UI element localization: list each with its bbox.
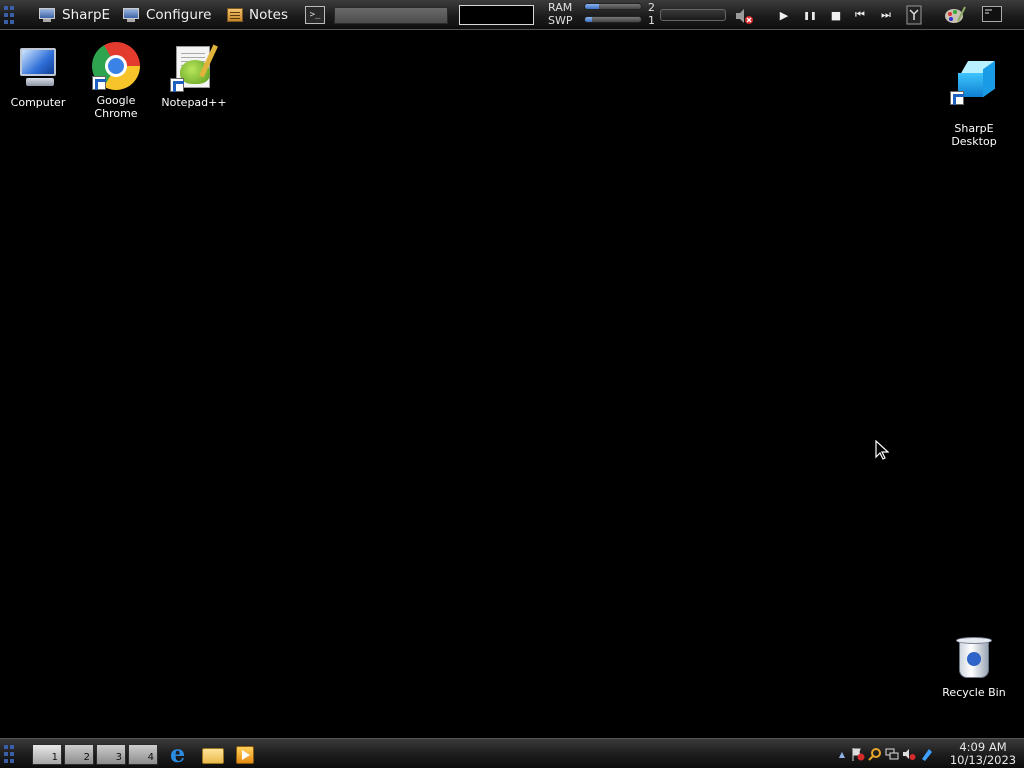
notes-icon bbox=[227, 8, 243, 22]
network-tray-icon[interactable] bbox=[905, 5, 923, 25]
network-icon[interactable] bbox=[885, 747, 899, 761]
taskbar: 1 2 3 4 e ▲ 4:09 AM 10/13/2023 bbox=[0, 738, 1024, 768]
configure-menu-label: Configure bbox=[146, 7, 212, 23]
sharpe-desktop-icon bbox=[950, 57, 998, 105]
swp-usage-bar bbox=[584, 16, 642, 23]
desktop-icon-label: Notepad++ bbox=[161, 96, 227, 109]
tray-expand-arrow-icon[interactable]: ▲ bbox=[835, 747, 849, 761]
swp-value: 1 bbox=[648, 14, 655, 27]
desktop-icon-recycle-bin[interactable]: Recycle Bin bbox=[934, 634, 1014, 699]
configure-menu-button[interactable]: Configure bbox=[122, 3, 211, 27]
notepadpp-icon bbox=[170, 44, 218, 92]
desktop-icon-label: Recycle Bin bbox=[942, 686, 1006, 699]
desktop-icon-google-chrome[interactable]: Google Chrome bbox=[76, 42, 156, 120]
desktop-icon-label: SharpE Desktop bbox=[951, 122, 997, 148]
computer-icon bbox=[14, 44, 62, 92]
paint-tray-icon[interactable] bbox=[944, 5, 966, 25]
workspace-2-button[interactable]: 2 bbox=[64, 744, 94, 765]
command-input[interactable] bbox=[459, 5, 534, 25]
workspace-1-button[interactable]: 1 bbox=[32, 744, 62, 765]
recycle-bin-icon bbox=[950, 634, 998, 682]
desktop-icon-computer[interactable]: Computer bbox=[0, 44, 78, 109]
clock-date: 10/13/2023 bbox=[949, 753, 1017, 767]
action-center-flag-icon[interactable] bbox=[851, 747, 865, 761]
search-icon[interactable] bbox=[868, 747, 882, 761]
swp-label: SWP bbox=[548, 14, 573, 27]
top-menu-grip-icon[interactable] bbox=[4, 6, 16, 24]
notes-menu-button[interactable]: Notes bbox=[227, 3, 288, 27]
chrome-icon bbox=[92, 42, 140, 90]
blue-tray-icon[interactable] bbox=[919, 747, 933, 761]
file-explorer-icon[interactable] bbox=[202, 743, 226, 765]
next-track-button[interactable]: ⏭ bbox=[878, 7, 894, 23]
start-menu-grip-icon[interactable] bbox=[4, 745, 16, 763]
stop-button[interactable]: ■ bbox=[828, 7, 844, 23]
search-bar[interactable] bbox=[334, 7, 448, 24]
console-tray-icon[interactable] bbox=[982, 6, 1002, 22]
clock[interactable]: 4:09 AM 10/13/2023 bbox=[944, 741, 1022, 767]
swp-usage-fill bbox=[585, 17, 592, 22]
ram-label: RAM bbox=[548, 1, 573, 14]
desktop-icon-label: Computer bbox=[10, 96, 66, 109]
desktop-icon-label: Google Chrome bbox=[94, 94, 138, 120]
sharpe-menu-label: SharpE bbox=[62, 7, 111, 23]
ram-value: 2 bbox=[648, 1, 655, 14]
top-bar: SharpE Configure Notes >_ RAM SWP 2 1 ▶ … bbox=[0, 0, 1024, 30]
shortcut-arrow-icon bbox=[170, 78, 184, 92]
desktop-icon-notepadpp[interactable]: Notepad++ bbox=[154, 44, 234, 109]
monitor-icon bbox=[122, 7, 140, 23]
ram-usage-bar bbox=[584, 3, 642, 10]
ram-usage-fill bbox=[585, 4, 599, 9]
pause-button[interactable]: ❚❚ bbox=[802, 7, 818, 23]
volume-slider[interactable] bbox=[660, 9, 726, 21]
previous-track-button[interactable]: ⏮ bbox=[852, 7, 868, 23]
media-player-icon[interactable] bbox=[236, 743, 260, 765]
speaker-muted-icon[interactable] bbox=[734, 7, 754, 25]
shortcut-arrow-icon bbox=[950, 91, 964, 105]
mouse-cursor-icon bbox=[875, 439, 890, 460]
internet-explorer-icon[interactable]: e bbox=[170, 742, 194, 766]
workspace-3-button[interactable]: 3 bbox=[96, 744, 126, 765]
volume-muted-icon[interactable] bbox=[902, 747, 916, 761]
play-button[interactable]: ▶ bbox=[776, 7, 792, 23]
desktop-icon-sharpe-desktop[interactable]: SharpE Desktop bbox=[934, 44, 1014, 161]
workspace-4-button[interactable]: 4 bbox=[128, 744, 158, 765]
terminal-icon[interactable]: >_ bbox=[305, 6, 325, 24]
monitor-icon bbox=[38, 7, 56, 23]
sharpe-menu-button[interactable]: SharpE bbox=[38, 3, 110, 27]
shortcut-arrow-icon bbox=[92, 76, 106, 90]
notes-menu-label: Notes bbox=[249, 7, 288, 23]
